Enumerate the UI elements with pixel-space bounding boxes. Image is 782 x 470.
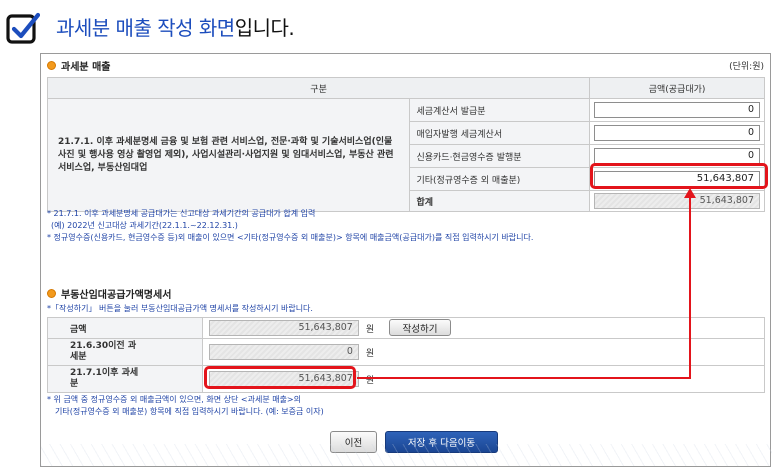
sales-section-title: 과세분 매출 — [47, 58, 110, 73]
prev-button[interactable]: 이전 — [330, 431, 377, 453]
rental-section-title: 부동산임대공급가액명세서 — [47, 286, 171, 301]
tax-form-panel: 과세분 매출 (단위:원) 구분 금액(공급대가) 21.7.1. 이후 과세분… — [40, 53, 772, 467]
sales-note-2: (예) 2022년 신고대상 과세기간(22.1.1.~22.12.31.) — [51, 221, 238, 230]
rental-note: *「작성하기」 버튼을 눌러 부동산임대공급가액 명세서를 작성하시기 바랍니다… — [47, 304, 313, 313]
bottom-note-2: 기타(정규영수증 외 매출분) 항목에 직접 입력하시기 바랍니다. (예: 보… — [55, 407, 324, 416]
card-cash-input[interactable]: 0 — [594, 148, 760, 164]
other-sales-highlight — [590, 163, 768, 189]
page-heading: 과세분 매출 작성 화면입니다. — [6, 8, 295, 48]
row-label-card-cash: 신용카드·현금영수증 발행분 — [409, 144, 591, 168]
save-next-button[interactable]: 저장 후 다음이동 — [385, 431, 498, 453]
heading-text: 과세분 매출 작성 화면입니다. — [56, 16, 295, 40]
tax-invoice-input[interactable]: 0 — [594, 102, 760, 118]
row-label-tax-invoice: 세금계산서 발급분 — [409, 98, 591, 122]
heading-highlight: 과세분 매출 작성 화면 — [56, 16, 235, 40]
amount-header: 금액(공급대가) — [589, 77, 765, 99]
row-label-buyer-invoice: 매입자발행 세금계산서 — [409, 121, 591, 145]
heading-suffix: 입니다. — [234, 16, 295, 40]
write-button[interactable]: 작성하기 — [389, 319, 451, 336]
rental-before-field: 0 — [208, 344, 359, 360]
rental-after-highlight — [204, 366, 356, 389]
arrow-up-icon — [684, 188, 696, 198]
rental-amount-field: 51,643,807 — [208, 320, 359, 336]
rental-label-after: 21.7.1이후 과세분 — [47, 365, 203, 393]
rental-amount-unit: 원 — [365, 324, 375, 335]
row-label-total: 합계 — [409, 190, 591, 212]
checkbox-check-icon — [6, 11, 40, 45]
sales-table: 구분 금액(공급대가) 21.7.1. 이후 과세분명세 금융 및 보험 관련 … — [46, 77, 765, 212]
orange-bullet-icon — [47, 289, 56, 298]
rental-label-before: 21.6.30이전 과세분 — [47, 338, 203, 366]
arrow-line-vertical — [689, 195, 691, 379]
category-header: 구분 — [46, 77, 591, 99]
unit-label: (단위:원) — [729, 62, 764, 72]
category-description: 21.7.1. 이후 과세분명세 금융 및 보험 관련 서비스업, 전문·과학 … — [46, 98, 411, 212]
buyer-invoice-input[interactable]: 0 — [594, 125, 760, 141]
rental-after-unit: 원 — [365, 375, 375, 386]
sales-note-3: * 정규영수증(신용카드, 현금영수증 등)외 매출이 있으면 <기타(정규영수… — [47, 233, 534, 242]
rental-label-amount: 금액 — [47, 317, 203, 339]
rental-before-unit: 원 — [365, 348, 375, 359]
total-amount-field: 51,643,807 — [594, 193, 760, 209]
arrow-line-horizontal — [357, 377, 690, 379]
orange-bullet-icon — [47, 61, 56, 70]
sales-note-1: * 21.7.1. 이후 과세분명세 공급대가는 신고대상 과세기간의 공급대가… — [47, 209, 316, 218]
row-label-other-sales: 기타(정규영수증 외 매출분) — [409, 167, 591, 191]
bottom-note-1: * 위 금액 중 정규영수증 외 매출금액이 있으면, 화면 상단 <과세분 매… — [47, 395, 301, 404]
